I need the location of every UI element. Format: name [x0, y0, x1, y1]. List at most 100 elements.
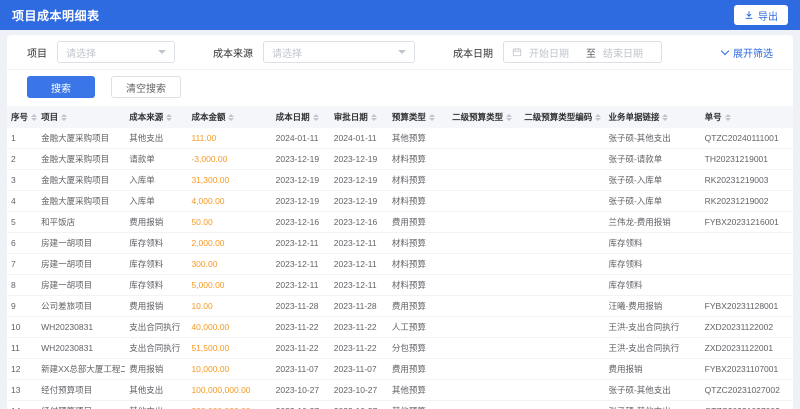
column-header-label: 二级预算类型 — [452, 112, 504, 122]
sort-icon[interactable] — [31, 114, 38, 122]
sort-icon[interactable] — [166, 114, 173, 122]
cell-budget_type: 费用预算 — [387, 211, 449, 233]
cell-budget_type: 其他预算 — [387, 379, 449, 401]
cell-budget_type: 其他预算 — [387, 128, 449, 149]
column-header-project[interactable]: 项目 — [37, 106, 126, 128]
cell-no: 2 — [7, 148, 38, 170]
cell-approval_date: 2023-12-11 — [329, 274, 388, 296]
cost-source-select[interactable]: 请选择 — [263, 41, 415, 63]
cell-budget_type: 材料预算 — [387, 274, 449, 296]
search-button[interactable]: 搜索 — [27, 76, 95, 98]
cell-no: 9 — [7, 295, 38, 317]
cell-doc_link[interactable]: 费用报销 — [604, 358, 701, 380]
table-row: 9 公司差旅项目 费用报销 10.00 2023-11-28 2023-11-28 费用预算… — [7, 295, 793, 317]
cell-no: 10 — [7, 316, 38, 338]
cell-no: 13 — [7, 379, 38, 401]
sort-icon[interactable] — [662, 114, 669, 122]
table-row: 7 房建一胡项目 库存领料 300.00 2023-12-11 2023-12-11 材料预… — [7, 253, 793, 275]
cell-sub_budget_code — [520, 128, 605, 149]
cell-doc_no: ZXD20231122002 — [700, 316, 793, 338]
cell-approval_date: 2023-10-27 — [329, 400, 388, 409]
cell-amount: 10.00 — [187, 295, 272, 317]
cell-doc_no: FYBX20231128001 — [700, 295, 793, 317]
column-header-no[interactable]: 序号 — [7, 106, 38, 128]
table-row: 10 WH20230831 支出合同执行 40,000.00 2023-11-22 202… — [7, 316, 793, 338]
cell-sub_budget_code — [520, 316, 605, 338]
project-select[interactable]: 请选择 — [57, 41, 175, 63]
cell-no: 7 — [7, 253, 38, 275]
cell-amount: 100,000,000.00 — [187, 379, 272, 401]
expand-filter-toggle[interactable]: 展开筛选 — [720, 45, 773, 60]
cell-cost_date: 2023-12-19 — [271, 148, 330, 170]
column-header-source[interactable]: 成本来源 — [125, 106, 188, 128]
cell-doc_link[interactable]: 张子硕-入库单 — [604, 190, 701, 212]
cell-amount: 50.00 — [187, 211, 272, 233]
cell-doc_no: QTZC20231027002 — [700, 400, 793, 409]
column-header-sub_budget_type[interactable]: 二级预算类型 — [448, 106, 521, 128]
column-header-approval_date[interactable]: 审批日期 — [329, 106, 388, 128]
cell-cost_date: 2024-01-11 — [271, 128, 330, 149]
column-header-amount[interactable]: 成本金额 — [187, 106, 272, 128]
column-header-label: 单号 — [704, 112, 722, 122]
cell-doc_link[interactable]: 库存领料 — [604, 232, 701, 254]
cell-doc_link[interactable]: 王洪-支出合同执行 — [604, 316, 701, 338]
cell-doc_link[interactable]: 张子硕-其他支出 — [604, 128, 701, 149]
cell-no: 11 — [7, 337, 38, 359]
table-row: 2 金融大厦采购项目 请款单 -3,000.00 2023-12-19 2023-12-1… — [7, 148, 793, 170]
cell-doc_link[interactable]: 张子硕-请款单 — [604, 148, 701, 170]
sort-icon[interactable] — [61, 114, 68, 122]
cell-amount: 2,000.00 — [187, 232, 272, 254]
column-header-cost_date[interactable]: 成本日期 — [271, 106, 330, 128]
column-header-doc_no[interactable]: 单号 — [700, 106, 793, 128]
sort-icon[interactable] — [506, 114, 513, 122]
cell-sub_budget_type — [448, 379, 521, 401]
cell-doc_link[interactable]: 库存领料 — [604, 274, 701, 296]
column-header-label: 成本金额 — [191, 112, 226, 122]
cell-sub_budget_type — [448, 400, 521, 409]
sort-icon[interactable] — [312, 114, 319, 122]
clear-search-button[interactable]: 清空搜索 — [111, 76, 181, 98]
column-header-label: 审批日期 — [333, 112, 368, 122]
cell-doc_link[interactable]: 张子硕-其他支出 — [604, 400, 701, 409]
cell-sub_budget_code — [520, 337, 605, 359]
cell-doc_no: FYBX20231216001 — [700, 211, 793, 233]
cell-amount: 300.00 — [187, 253, 272, 275]
cell-amount: 40,000.00 — [187, 316, 272, 338]
cost-date-range-picker[interactable]: 开始日期 至 结束日期 — [503, 41, 662, 63]
column-header-sub_budget_code[interactable]: 二级预算类型编码 — [520, 106, 605, 128]
sort-icon[interactable] — [428, 114, 435, 122]
cell-sub_budget_type — [448, 358, 521, 380]
cell-sub_budget_code — [520, 400, 605, 409]
export-button[interactable]: 导出 — [734, 5, 788, 25]
cell-doc_link[interactable]: 兰伟龙-费用报销 — [604, 211, 701, 233]
cell-doc_no: ZXD20231122001 — [700, 337, 793, 359]
cell-project: 和平饭店 — [37, 211, 126, 233]
cell-no: 5 — [7, 211, 38, 233]
cell-budget_type: 材料预算 — [387, 232, 449, 254]
cell-no: 8 — [7, 274, 38, 296]
column-header-budget_type[interactable]: 预算类型 — [387, 106, 449, 128]
topbar: 项目成本明细表 导出 — [0, 0, 800, 30]
cell-approval_date: 2024-01-11 — [329, 128, 388, 149]
cell-no: 4 — [7, 190, 38, 212]
cell-doc_link[interactable]: 库存领料 — [604, 253, 701, 275]
cell-sub_budget_type — [448, 295, 521, 317]
cell-doc_link[interactable]: 王洪-支出合同执行 — [604, 337, 701, 359]
table-header-row: 序号 项目 成本来源 成本金额 成本日期 审批日期 预算类型 二级预算类型 二级预算类型编码 业务… — [7, 106, 793, 128]
sort-icon[interactable] — [724, 114, 731, 122]
cell-sub_budget_type — [448, 337, 521, 359]
cell-doc_link[interactable]: 张子硕-入库单 — [604, 169, 701, 191]
cell-sub_budget_type — [448, 169, 521, 191]
cell-doc_link[interactable]: 张子硕-其他支出 — [604, 379, 701, 401]
action-bar: 搜索 清空搜索 — [7, 70, 793, 106]
sort-icon[interactable] — [228, 114, 235, 122]
cost-source-filter: 成本来源 请选择 — [213, 41, 415, 63]
column-header-doc_link[interactable]: 业务单据链接 — [604, 106, 701, 128]
cell-doc_link[interactable]: 汪曦-费用报销 — [604, 295, 701, 317]
table-row: 11 WH20230831 支出合同执行 51,500.00 2023-11-22 202… — [7, 337, 793, 359]
sort-icon[interactable] — [370, 114, 377, 122]
table-row: 4 金融大厦采购项目 入库单 4,000.00 2023-12-19 2023-12-19… — [7, 190, 793, 212]
cell-approval_date: 2023-12-11 — [329, 232, 388, 254]
sort-icon[interactable] — [595, 114, 602, 122]
cell-sub_budget_code — [520, 295, 605, 317]
